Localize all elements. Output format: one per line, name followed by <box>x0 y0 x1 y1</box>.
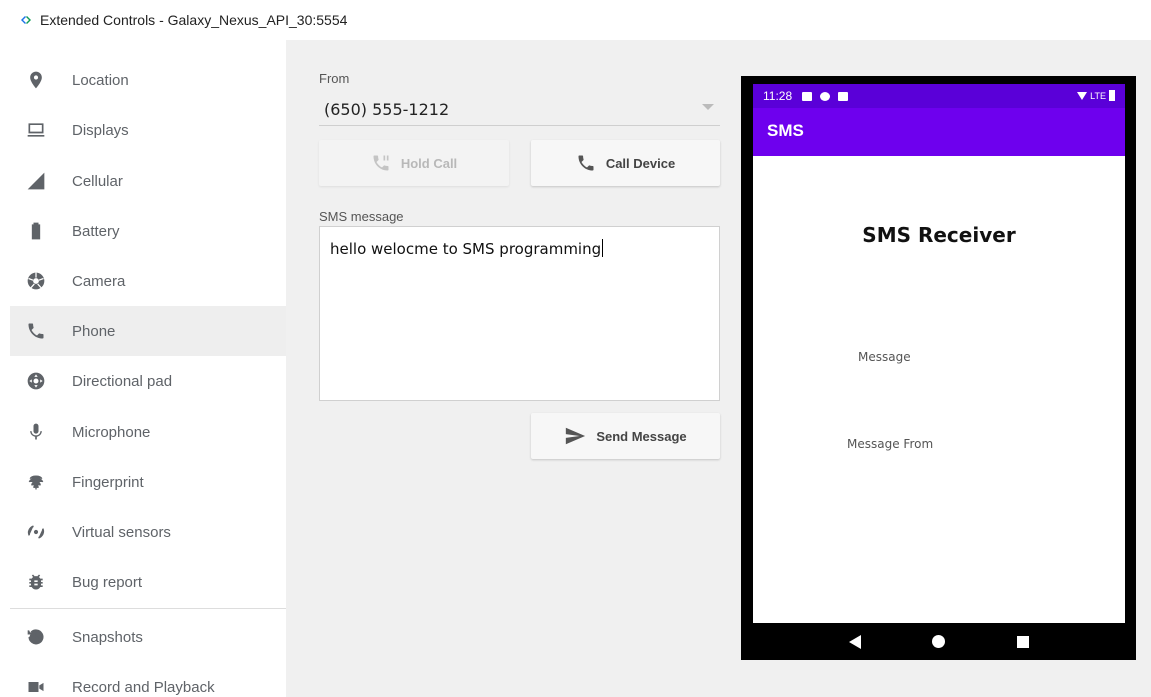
sidebar-item-label: Virtual sensors <box>72 523 171 541</box>
from-number-select[interactable]: (650) 555-1212 <box>319 92 720 126</box>
call-device-label: Call Device <box>605 155 676 171</box>
hold-call-label: Hold Call <box>400 155 458 171</box>
app-title: SMS <box>767 121 804 140</box>
window-title: Extended Controls - Galaxy_Nexus_API_30:… <box>40 12 348 28</box>
hold-call-button[interactable]: Hold Call <box>319 140 509 186</box>
sidebar-item-location[interactable]: Location <box>10 55 286 105</box>
back-icon[interactable] <box>848 634 861 649</box>
sidebar-item-battery[interactable]: Battery <box>10 206 286 256</box>
sidebar-item-directional-pad[interactable]: Directional pad <box>10 356 286 406</box>
device-preview: 11:28 LTE SMS SMS Receiver Message Messa… <box>741 76 1136 660</box>
location-pin-icon <box>24 68 48 92</box>
sidebar-item-snapshots[interactable]: Snapshots <box>10 612 286 662</box>
sidebar-item-bug-report[interactable]: Bug report <box>10 557 286 607</box>
sidebar-item-label: Battery <box>72 222 120 240</box>
status-notification-icons <box>802 91 856 101</box>
send-message-button[interactable]: Send Message <box>531 413 720 459</box>
send-icon <box>566 427 586 445</box>
rotation-icon <box>24 520 48 544</box>
sidebar-item-label: Location <box>72 71 129 89</box>
network-type: LTE <box>1090 90 1106 101</box>
app-bar: SMS <box>753 108 1125 156</box>
sms-message-input[interactable]: hello welocme to SMS programming <box>319 226 720 401</box>
sidebar-item-displays[interactable]: Displays <box>10 105 286 155</box>
text-caret <box>602 239 604 257</box>
phone-icon <box>24 319 48 343</box>
sidebar-item-microphone[interactable]: Microphone <box>10 407 286 457</box>
device-screen: 11:28 LTE SMS SMS Receiver Message Messa… <box>753 84 1125 623</box>
sidebar-item-label: Fingerprint <box>72 473 144 491</box>
video-camera-icon <box>24 675 48 697</box>
sidebar-item-label: Snapshots <box>72 628 143 646</box>
sidebar-item-cellular[interactable]: Cellular <box>10 156 286 206</box>
status-time: 11:28 <box>763 89 793 103</box>
sidebar-item-label: Bug report <box>72 573 143 591</box>
sidebar-item-label: Phone <box>72 322 116 340</box>
sidebar-item-label: Microphone <box>72 423 151 441</box>
sidebar-item-phone[interactable]: Phone <box>10 306 286 356</box>
history-icon <box>24 625 48 649</box>
sms-message-text: hello welocme to SMS programming <box>330 240 602 258</box>
sidebar-divider <box>10 608 286 609</box>
notification-sd-icon <box>838 91 849 101</box>
notification-app-icon <box>820 91 831 101</box>
from-number-value: (650) 555-1212 <box>324 100 450 119</box>
phone-paused-icon <box>373 155 389 171</box>
sidebar-item-label: Record and Playback <box>72 678 215 696</box>
battery-icon <box>1109 90 1115 101</box>
bug-icon <box>24 570 48 594</box>
sidebar-item-fingerprint[interactable]: Fingerprint <box>10 457 286 507</box>
fingerprint-icon <box>24 470 48 494</box>
android-emulator-icon <box>21 16 31 24</box>
send-message-label: Send Message <box>596 428 687 444</box>
status-system-icons: LTE <box>1077 90 1115 101</box>
wifi-icon <box>1077 91 1088 100</box>
device-nav-bar <box>753 623 1125 660</box>
home-icon[interactable] <box>932 635 946 648</box>
from-label: From <box>319 71 350 86</box>
microphone-icon <box>24 420 48 444</box>
sidebar-nav: Location Displays Cellular Battery Camer… <box>0 40 286 697</box>
call-device-button[interactable]: Call Device <box>531 140 720 186</box>
sidebar-item-label: Cellular <box>72 172 123 190</box>
dpad-icon <box>24 369 48 393</box>
phone-panel: From (650) 555-1212 Hold Call Call Devic… <box>286 40 1151 697</box>
window-titlebar: Extended Controls - Galaxy_Nexus_API_30:… <box>0 0 1151 40</box>
sms-receiver-title: SMS Receiver <box>862 223 1016 247</box>
sidebar-item-camera[interactable]: Camera <box>10 256 286 306</box>
sidebar-item-virtual-sensors[interactable]: Virtual sensors <box>10 507 286 557</box>
recents-icon[interactable] <box>1017 635 1030 648</box>
sidebar-item-record-playback[interactable]: Record and Playback <box>10 662 286 697</box>
sms-message-label: SMS message <box>319 209 404 224</box>
display-icon <box>24 118 48 142</box>
notification-message-icon <box>802 91 813 101</box>
message-from-text-view: Message From <box>847 437 934 451</box>
phone-icon <box>578 155 594 171</box>
sidebar-item-label: Directional pad <box>72 372 173 390</box>
dropdown-arrow-icon <box>702 104 714 110</box>
message-text-view: Message <box>858 350 911 364</box>
sidebar-item-label: Camera <box>72 272 126 290</box>
battery-icon <box>24 219 48 243</box>
cellular-signal-icon <box>24 169 48 193</box>
sidebar-item-label: Displays <box>72 121 129 139</box>
device-status-bar: 11:28 LTE <box>753 84 1125 108</box>
camera-aperture-icon <box>24 269 48 293</box>
